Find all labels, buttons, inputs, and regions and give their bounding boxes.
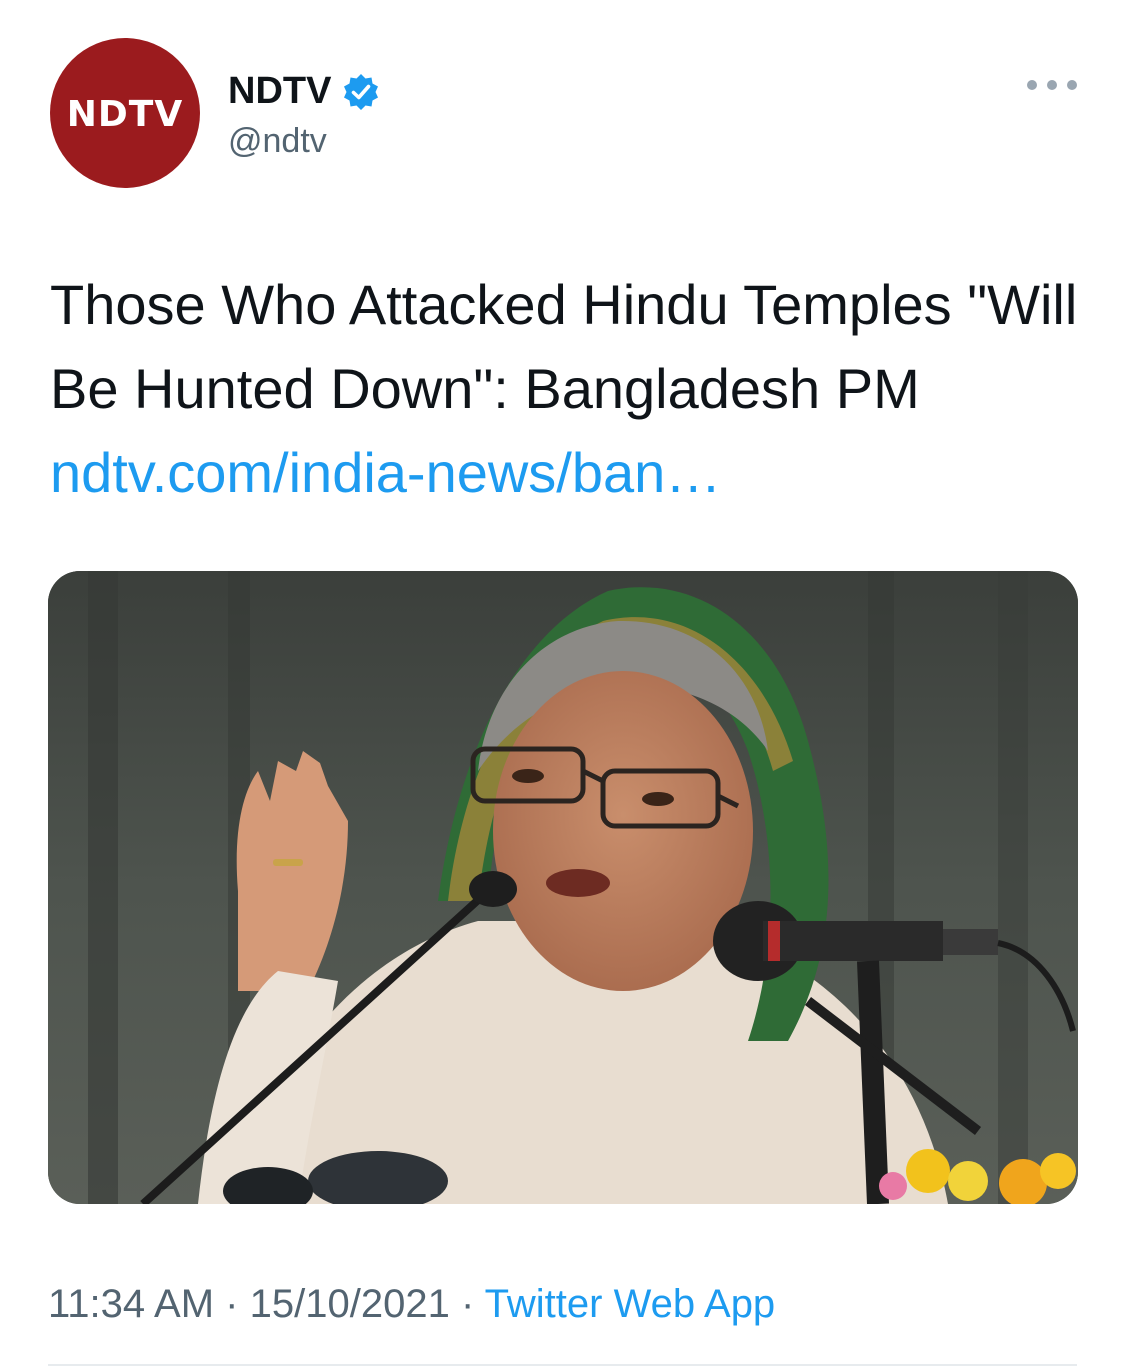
- dot: [1067, 80, 1077, 90]
- tweet-source-app[interactable]: Twitter Web App: [485, 1282, 776, 1326]
- display-name[interactable]: NDTV: [228, 70, 331, 113]
- tweet-meta: 11:34 AM · 15/10/2021 · Twitter Web App: [48, 1282, 775, 1327]
- dot: [1027, 80, 1037, 90]
- tweet-time[interactable]: 11:34 AM: [48, 1282, 214, 1326]
- meta-separator: ·: [225, 1282, 239, 1326]
- meta-separator: ·: [460, 1282, 475, 1326]
- avatar[interactable]: NDTV: [50, 38, 200, 188]
- tweet-link[interactable]: ndtv.com/india-news/ban…: [50, 441, 721, 504]
- user-handle[interactable]: @ndtv: [228, 122, 327, 161]
- avatar-logo-text: NDTV: [66, 94, 184, 135]
- verified-badge-icon: [341, 72, 381, 112]
- dot: [1047, 80, 1057, 90]
- more-options-icon[interactable]: [1027, 70, 1077, 100]
- display-name-row[interactable]: NDTV: [228, 70, 381, 113]
- tweet-date[interactable]: 15/10/2021: [250, 1282, 450, 1326]
- tweet-text: Those Who Attacked Hindu Temples "Will B…: [50, 263, 1080, 515]
- photo-illustration: [48, 571, 1078, 1204]
- tweet-media-image[interactable]: [48, 571, 1078, 1204]
- divider: [48, 1364, 1077, 1366]
- tweet-body: Those Who Attacked Hindu Temples "Will B…: [50, 273, 1078, 420]
